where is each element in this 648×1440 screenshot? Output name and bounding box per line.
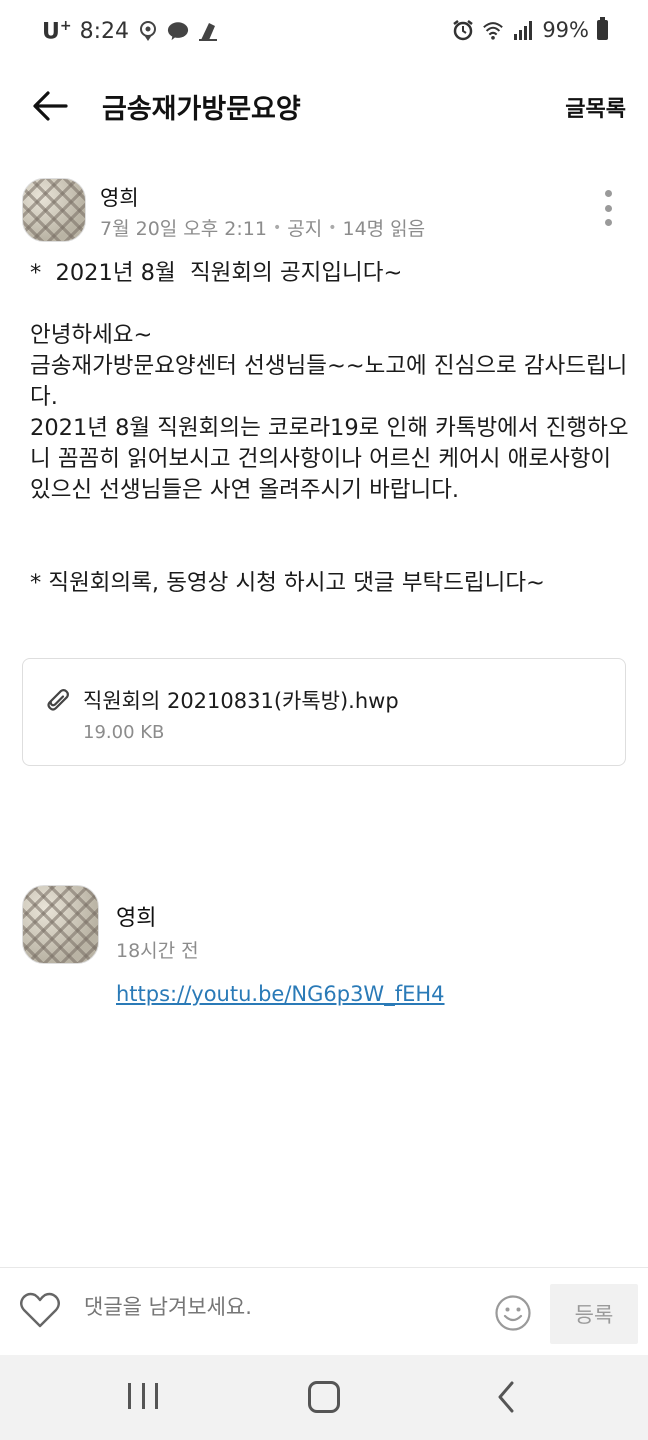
- location-notification-icon: [137, 20, 159, 42]
- carrier-label: U+: [42, 18, 72, 44]
- back-arrow-icon[interactable]: [30, 86, 70, 126]
- post-meta: 7월 20일 오후 2:11 • 공지 • 14명 읽음: [100, 214, 425, 241]
- post-category: 공지: [287, 218, 323, 240]
- alarm-icon: [452, 19, 474, 41]
- app-header: 금송재가방문요양 글목록: [0, 68, 648, 144]
- comment-link[interactable]: https://youtu.be/NG6p3W_fEH4: [116, 982, 445, 1006]
- clock: 8:24: [79, 18, 130, 44]
- talk-notification-icon: [167, 20, 189, 42]
- post-date: 7월 20일 오후 2:11: [100, 218, 267, 240]
- attachment-size: 19.00 KB: [83, 722, 165, 743]
- recent-apps-icon[interactable]: [128, 1383, 158, 1411]
- post-body-headline: * 2021년 8월 직원회의 공지입니다~: [30, 260, 403, 286]
- system-nav-bar: [0, 1355, 648, 1440]
- wifi-icon: [482, 19, 504, 41]
- post-body: * 2021년 8월 직원회의 공지입니다~ 안녕하세요~ 금송재가방문요양센터…: [30, 258, 630, 599]
- comment-timestamp: 18시간 전: [116, 940, 199, 962]
- post-body-request: * 직원회의록, 동영상 시청 하시고 댓글 부탁드립니다~: [30, 570, 545, 596]
- heart-icon[interactable]: [18, 1290, 62, 1330]
- meta-separator: •: [328, 219, 337, 236]
- post-views[interactable]: 14명 읽음: [342, 214, 425, 241]
- home-icon[interactable]: [308, 1381, 340, 1413]
- meta-separator: •: [272, 219, 282, 236]
- status-bar: U+ 8:24 99%: [0, 0, 648, 68]
- page-title: 금송재가방문요양: [102, 94, 301, 125]
- attachment-card[interactable]: 직원회의 20210831(카톡방).hwp 19.00 KB: [22, 658, 626, 766]
- signal-icon: [512, 19, 534, 41]
- carrier-text: U: [42, 19, 60, 45]
- battery-icon: [597, 17, 608, 40]
- comment-input[interactable]: [82, 1294, 466, 1320]
- back-icon[interactable]: [492, 1379, 522, 1415]
- commenter-avatar[interactable]: [22, 885, 99, 964]
- submit-comment-button[interactable]: 등록: [550, 1284, 638, 1344]
- app-notification-icon: [197, 20, 219, 42]
- post-author-name[interactable]: 영희: [100, 182, 139, 212]
- comment-input-bar: 등록: [0, 1267, 648, 1356]
- paperclip-icon: [43, 685, 71, 713]
- attachment-filename: 직원회의 20210831(카톡방).hwp: [83, 689, 399, 713]
- post-body-paragraph: 안녕하세요~ 금송재가방문요양센터 선생님들~~노고에 진심으로 감사드립니다.…: [30, 322, 629, 503]
- carrier-sup: +: [59, 18, 72, 34]
- author-avatar[interactable]: [22, 178, 86, 242]
- more-options-icon[interactable]: [600, 190, 616, 226]
- post-list-button[interactable]: 글목록: [565, 91, 626, 123]
- emoticon-icon[interactable]: [494, 1294, 532, 1332]
- comment-author-name[interactable]: 영희: [116, 900, 156, 932]
- battery-percent: 99%: [542, 18, 589, 42]
